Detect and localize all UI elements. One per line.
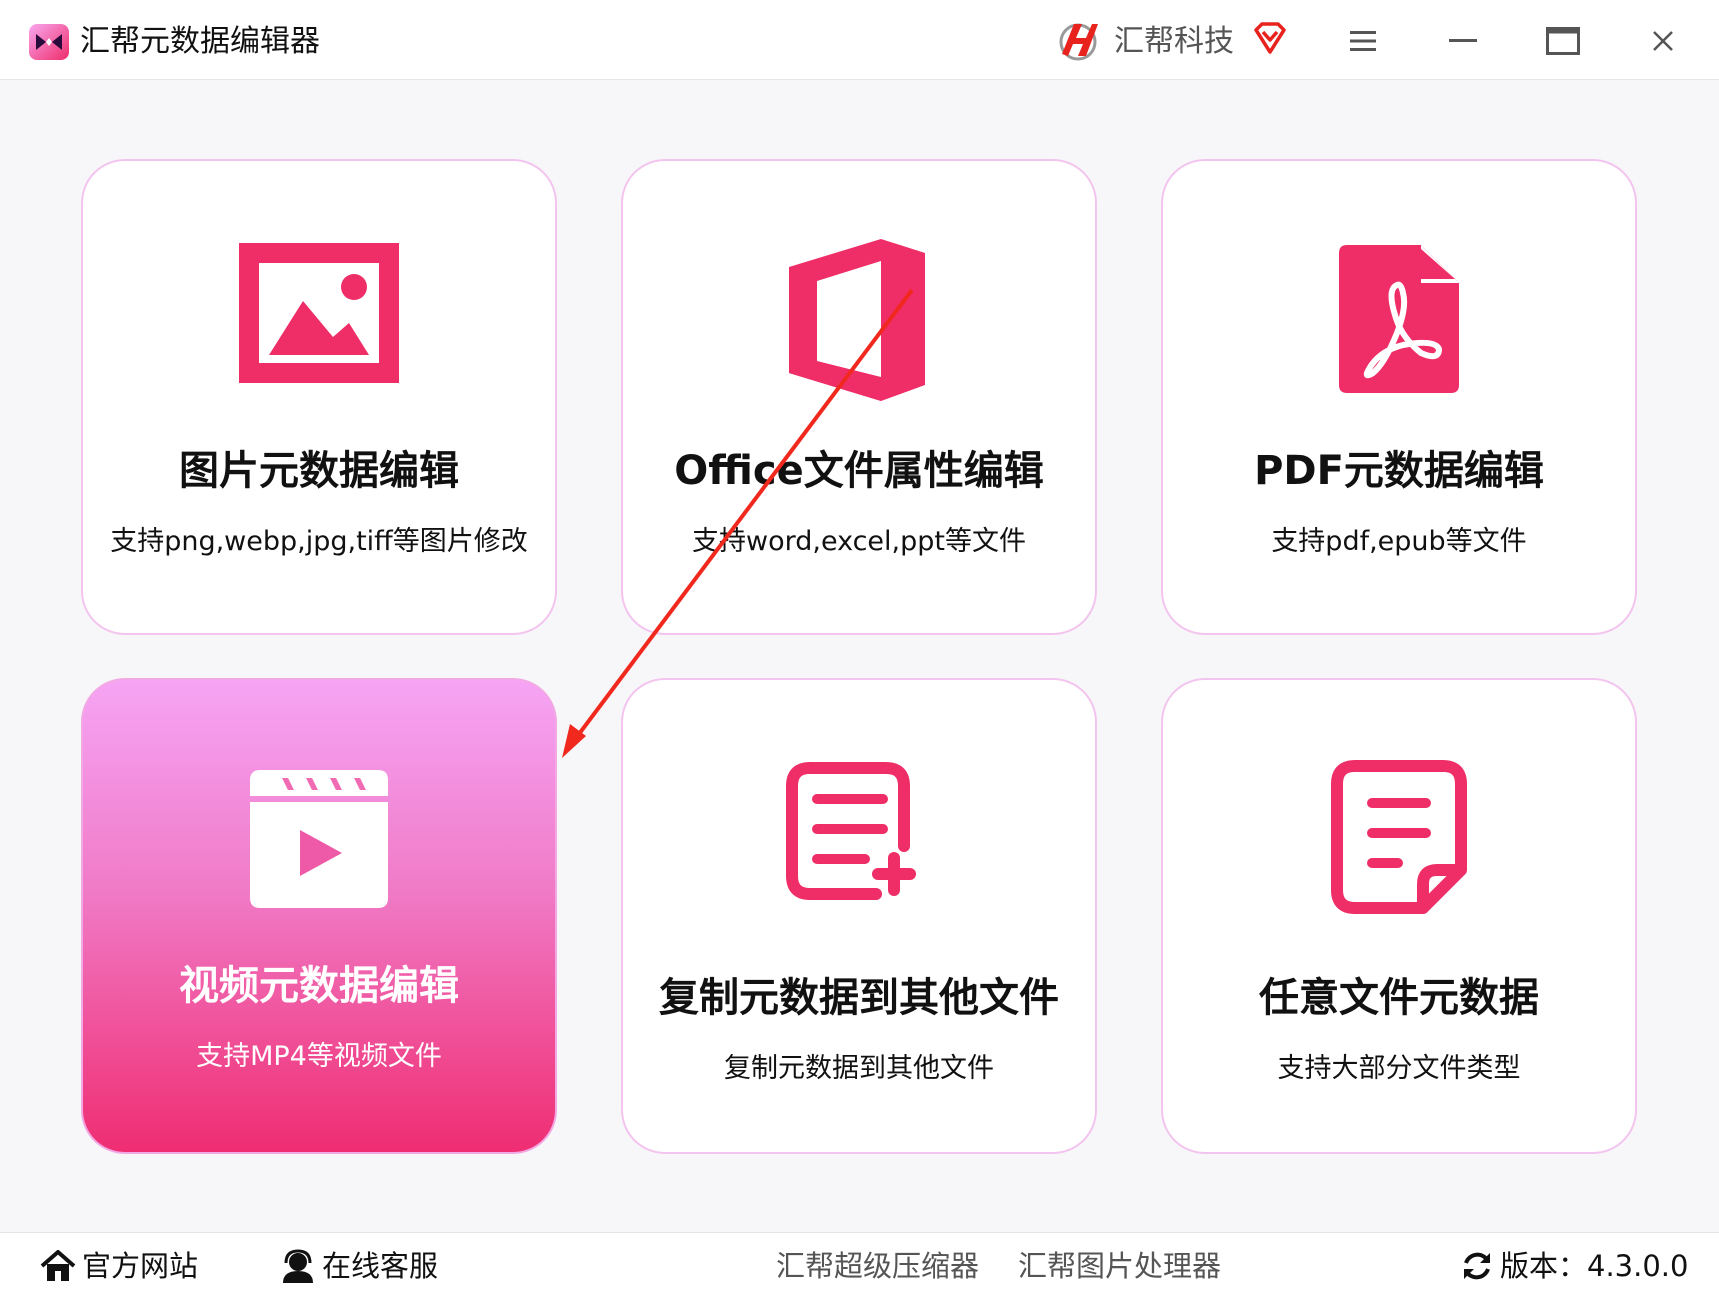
image-icon [239, 243, 399, 383]
image-processor-label: 汇帮图片处理器 [1018, 1249, 1222, 1283]
card-any-file-metadata[interactable]: 任意文件元数据 支持大部分文件类型 [1161, 678, 1637, 1154]
maximize-icon [1546, 27, 1580, 55]
pdf-icon [1339, 245, 1459, 393]
copy-document-icon [786, 762, 916, 900]
compressor-label: 汇帮超级压缩器 [776, 1249, 980, 1283]
app-title: 汇帮元数据编辑器 [80, 24, 320, 59]
maximize-button[interactable] [1538, 18, 1588, 64]
app-logo-icon [29, 24, 69, 60]
card-desc: 支持MP4等视频文件 [196, 1041, 442, 1072]
card-pdf-metadata[interactable]: PDF元数据编辑 支持pdf,epub等文件 [1161, 159, 1637, 635]
refresh-icon [1464, 1252, 1490, 1280]
website-label: 官方网站 [82, 1249, 199, 1283]
close-icon [1653, 31, 1673, 51]
minimize-button[interactable] [1438, 18, 1488, 64]
support-label: 在线客服 [322, 1249, 439, 1283]
card-office-properties[interactable]: Office文件属性编辑 支持word,excel,ppt等文件 [621, 159, 1097, 635]
card-title: 视频元数据编辑 [179, 963, 459, 1009]
image-processor-link[interactable]: 汇帮图片处理器 [1018, 1244, 1221, 1288]
title-bar: 汇帮元数据编辑器 汇帮科技 [0, 0, 1719, 80]
card-title: 复制元数据到其他文件 [659, 975, 1059, 1021]
card-desc: 支持png,webp,jpg,tiff等图片修改 [110, 526, 528, 557]
card-image-metadata[interactable]: 图片元数据编辑 支持png,webp,jpg,tiff等图片修改 [81, 159, 557, 635]
card-desc: 支持word,excel,ppt等文件 [692, 526, 1026, 557]
hamburger-menu-icon [1350, 31, 1376, 51]
version-label: 版本：4.3.0.0 [1500, 1249, 1689, 1283]
menu-button[interactable] [1338, 18, 1388, 64]
card-desc: 支持pdf,epub等文件 [1271, 526, 1527, 557]
customer-service-icon [283, 1249, 313, 1283]
brand-name: 汇帮科技 [1114, 24, 1234, 59]
card-title: PDF元数据编辑 [1254, 448, 1544, 494]
support-link[interactable]: 在线客服 [280, 1244, 438, 1288]
card-copy-metadata[interactable]: 复制元数据到其他文件 复制元数据到其他文件 [621, 678, 1097, 1154]
card-title: 任意文件元数据 [1259, 975, 1539, 1021]
card-video-metadata[interactable]: 视频元数据编辑 支持MP4等视频文件 [81, 678, 557, 1154]
document-icon [1331, 760, 1467, 914]
card-desc: 支持大部分文件类型 [1277, 1053, 1521, 1084]
card-title: 图片元数据编辑 [179, 448, 459, 494]
office-icon [789, 239, 925, 401]
vip-diamond-icon[interactable] [1252, 20, 1288, 56]
brand-logo-icon [1059, 23, 1098, 61]
compressor-link[interactable]: 汇帮超级压缩器 [776, 1244, 979, 1288]
card-title: Office文件属性编辑 [674, 448, 1044, 494]
footer-bar: 官方网站 在线客服 汇帮超级压缩器 汇帮图片处理器 版本：4.3.0.0 [0, 1232, 1719, 1299]
card-desc: 复制元数据到其他文件 [724, 1053, 994, 1084]
minimize-icon [1449, 39, 1477, 42]
home-icon [40, 1250, 76, 1281]
version-info[interactable]: 版本：4.3.0.0 [1460, 1244, 1688, 1288]
close-button[interactable] [1638, 18, 1688, 64]
website-link[interactable]: 官方网站 [40, 1244, 198, 1288]
video-icon [250, 770, 388, 908]
